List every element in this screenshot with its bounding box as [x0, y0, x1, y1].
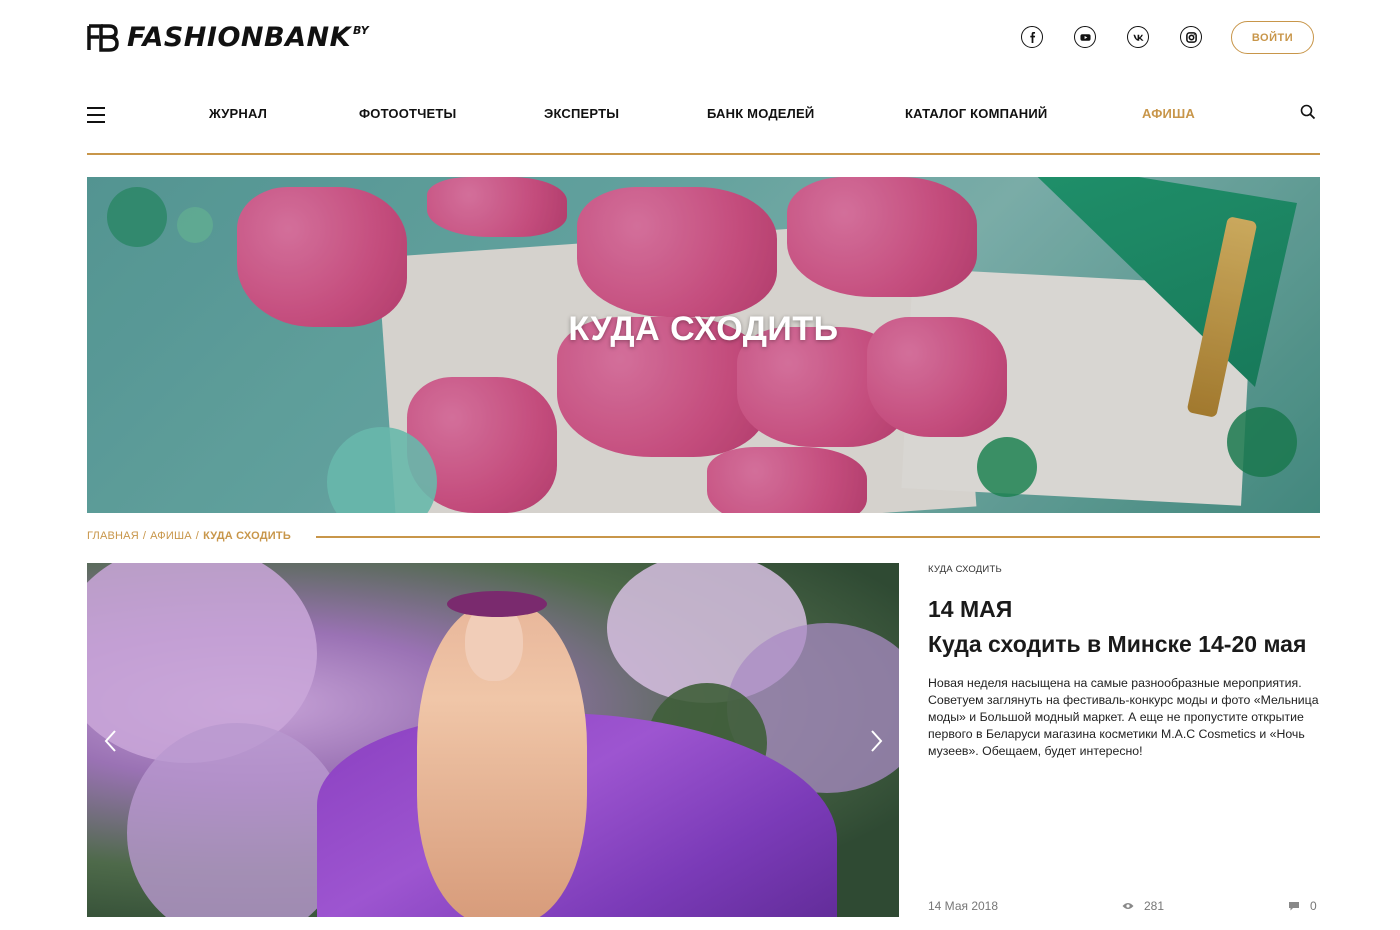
- nav-item-photo-reports[interactable]: ФОТООТЧЕТЫ: [359, 106, 456, 121]
- breadcrumb: ГЛАВНАЯ / АФИША / КУДА СХОДИТЬ: [87, 530, 291, 542]
- hero-title: КУДА СХОДИТЬ: [568, 310, 839, 348]
- nav-item-model-bank[interactable]: БАНК МОДЕЛЕЙ: [707, 106, 814, 121]
- breadcrumb-afisha[interactable]: АФИША: [150, 530, 192, 542]
- article-description: Новая неделя насыщена на самые разнообра…: [928, 676, 1319, 758]
- facebook-icon[interactable]: [1021, 26, 1043, 48]
- article-category[interactable]: КУДА СХОДИТЬ: [928, 564, 1002, 575]
- comment-icon: [1289, 902, 1299, 911]
- search-icon[interactable]: [1300, 104, 1316, 120]
- article-date-heading: 14 МАЯ: [928, 596, 1013, 622]
- site-logo[interactable]: FASHIONBANK BY: [87, 22, 369, 58]
- nav-item-journal[interactable]: ЖУРНАЛ: [209, 106, 267, 121]
- breadcrumb-home[interactable]: ГЛАВНАЯ: [87, 530, 139, 542]
- eye-icon: [1122, 903, 1134, 909]
- breadcrumb-divider: [316, 536, 1320, 538]
- article-title[interactable]: Куда сходить в Минске 14-20 мая: [928, 631, 1306, 658]
- article-comments[interactable]: 0: [1288, 899, 1317, 913]
- brand-name: FASHIONBANK: [127, 22, 351, 53]
- logo-mark-icon: [87, 24, 119, 52]
- article-published-date: 14 Мая 2018: [928, 899, 999, 913]
- login-button[interactable]: ВОЙТИ: [1231, 21, 1314, 54]
- nav-item-company-catalog[interactable]: КАТАЛОГ КОМПАНИЙ: [905, 106, 1047, 121]
- instagram-icon[interactable]: [1180, 26, 1202, 48]
- article-views: 281: [1122, 899, 1164, 913]
- youtube-icon[interactable]: [1074, 26, 1096, 48]
- nav-item-afisha[interactable]: АФИША: [1142, 106, 1195, 121]
- nav-divider: [87, 153, 1320, 155]
- article-slider[interactable]: [87, 563, 899, 917]
- brand-suffix: BY: [353, 24, 369, 37]
- social-links: [1021, 26, 1202, 48]
- nav-item-experts[interactable]: ЭКСПЕРТЫ: [544, 106, 619, 121]
- breadcrumb-current: КУДА СХОДИТЬ: [203, 530, 291, 542]
- vk-icon[interactable]: [1127, 26, 1149, 48]
- slider-next-arrow-icon[interactable]: [866, 728, 886, 754]
- slider-prev-arrow-icon[interactable]: [101, 728, 121, 754]
- hero-banner: КУДА СХОДИТЬ: [87, 177, 1320, 513]
- main-nav: ЖУРНАЛ ФОТООТЧЕТЫ ЭКСПЕРТЫ БАНК МОДЕЛЕЙ …: [0, 106, 1400, 126]
